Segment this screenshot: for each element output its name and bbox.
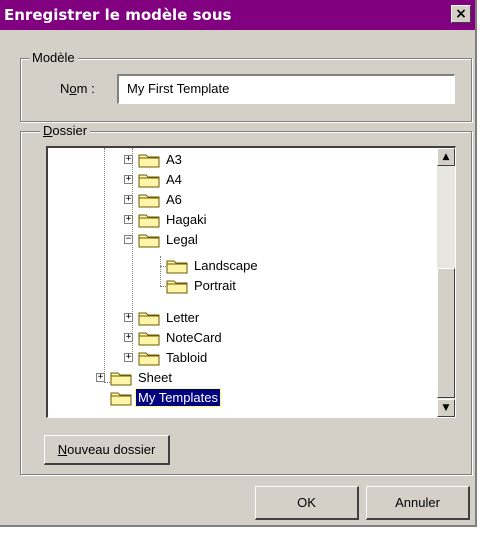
close-button[interactable]: × xyxy=(451,5,471,23)
cancel-button[interactable]: Annuler xyxy=(366,486,470,520)
tree-node-label[interactable]: A3 xyxy=(164,151,184,168)
name-label-pre: N xyxy=(60,81,70,96)
scroll-up-button[interactable]: ▲ xyxy=(437,148,455,166)
folder-legend-rest: ossier xyxy=(52,123,88,138)
tree-node-label[interactable]: My Templates xyxy=(135,388,221,407)
folder-tree-content: + A3 + A4 + A6 + Hagaki − Legal Landscape Portrait +… xyxy=(48,148,436,417)
folder-icon xyxy=(110,390,132,406)
folder-icon xyxy=(138,330,160,346)
folder-icon xyxy=(138,310,160,326)
folder-icon xyxy=(138,350,160,366)
expand-icon[interactable]: + xyxy=(124,215,133,224)
expand-icon[interactable]: + xyxy=(124,175,133,184)
folder-tree[interactable]: + A3 + A4 + A6 + Hagaki − Legal Landscape Portrait +… xyxy=(46,146,456,418)
save-template-dialog: Enregistrer le modèle sous × Modèle Nom … xyxy=(0,0,477,527)
tree-node-label[interactable]: A6 xyxy=(164,191,184,208)
folder-icon xyxy=(138,172,160,188)
close-icon: × xyxy=(455,6,467,22)
folder-icon xyxy=(166,258,188,274)
folder-icon xyxy=(110,370,132,386)
scroll-down-icon: ▼ xyxy=(442,403,450,413)
expand-icon[interactable]: + xyxy=(124,313,133,322)
new-folder-accel: N xyxy=(57,442,68,457)
name-label: Nom : xyxy=(60,81,95,96)
tree-node-label[interactable]: NoteCard xyxy=(164,329,224,346)
scroll-up-icon: ▲ xyxy=(442,152,450,162)
folder-icon xyxy=(138,212,160,228)
expand-icon[interactable]: + xyxy=(124,353,133,362)
expand-icon[interactable]: + xyxy=(124,155,133,164)
tree-node-label[interactable]: Portrait xyxy=(192,277,238,294)
ok-button[interactable]: OK xyxy=(255,486,359,520)
tree-scrollbar[interactable]: ▲ ▼ xyxy=(437,148,455,417)
folder-icon xyxy=(138,192,160,208)
tree-node-label[interactable]: Letter xyxy=(164,309,201,326)
folder-icon xyxy=(166,278,188,294)
expand-icon[interactable]: + xyxy=(124,195,133,204)
folder-group-legend: Dossier xyxy=(40,123,91,138)
tree-node-label[interactable]: Landscape xyxy=(192,257,260,274)
expand-icon[interactable]: + xyxy=(124,333,133,342)
tree-node-label[interactable]: Tabloid xyxy=(164,349,209,366)
tree-node-label[interactable]: A4 xyxy=(164,171,184,188)
folder-icon xyxy=(138,152,160,168)
tree-node-label[interactable]: Sheet xyxy=(136,369,174,386)
new-folder-button[interactable]: Nouveau dossier xyxy=(44,435,170,465)
collapse-icon[interactable]: − xyxy=(124,235,133,244)
expand-icon[interactable]: + xyxy=(96,373,105,382)
folder-legend-accel: D xyxy=(43,123,53,138)
tree-connector xyxy=(160,256,161,286)
tree-connector xyxy=(104,148,105,382)
scroll-down-button[interactable]: ▼ xyxy=(437,399,455,417)
new-folder-rest: ouveau dossier xyxy=(67,442,156,457)
title-bar[interactable]: Enregistrer le modèle sous × xyxy=(0,0,475,30)
name-label-accel: o xyxy=(69,81,77,96)
tree-node-label[interactable]: Legal xyxy=(164,231,200,248)
name-input[interactable]: My First Template xyxy=(117,74,455,104)
tree-node-label[interactable]: Hagaki xyxy=(164,211,208,228)
window-title: Enregistrer le modèle sous xyxy=(4,6,232,24)
name-label-post: m : xyxy=(76,81,95,96)
scroll-thumb[interactable] xyxy=(437,268,455,398)
model-group-legend: Modèle xyxy=(29,50,78,65)
folder-icon xyxy=(138,232,160,248)
